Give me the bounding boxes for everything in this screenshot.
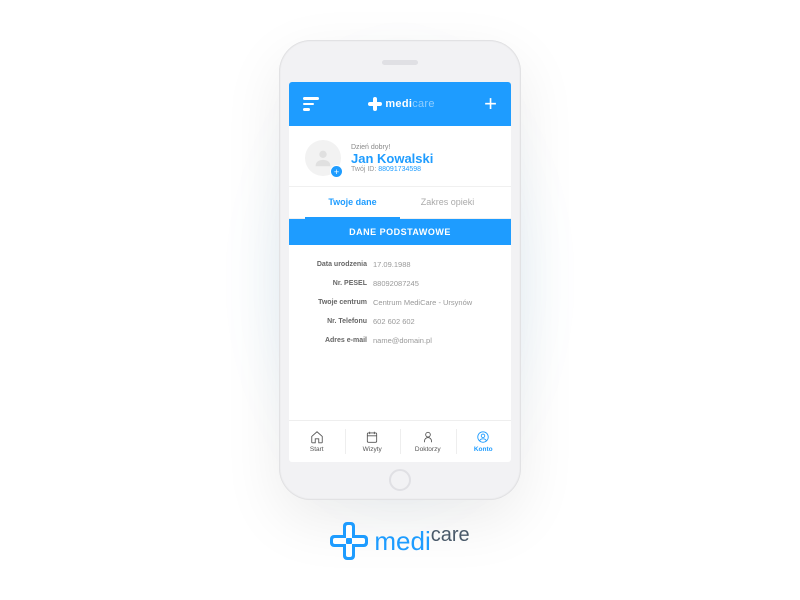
tabs: Twoje dane Zakres opieki [289, 187, 511, 219]
home-button[interactable] [389, 469, 411, 491]
nav-label: Doktorzy [415, 446, 441, 453]
screen: medicare + + Dzień dobry! Jan Kowalski T… [289, 82, 511, 462]
logo-text-care: care [412, 98, 435, 110]
data-row: Twoje centrum Centrum MediCare - Ursynów [305, 293, 495, 312]
row-label: Twoje centrum [305, 299, 373, 306]
nav-konto[interactable]: Konto [456, 421, 512, 462]
row-value: 88092087245 [373, 279, 419, 288]
avatar-add-icon[interactable]: + [330, 165, 343, 178]
account-icon [476, 430, 490, 444]
nav-wizyty[interactable]: Wizyty [345, 421, 401, 462]
menu-icon[interactable] [303, 97, 319, 111]
tab-zakres-opieki[interactable]: Zakres opieki [400, 187, 495, 218]
row-label: Nr. PESEL [305, 280, 373, 287]
row-value: Centrum MediCare - Ursynów [373, 298, 472, 307]
data-row: Data urodzenia 17.09.1988 [305, 255, 495, 274]
logo-text-medi: medi [385, 98, 412, 110]
add-icon[interactable]: + [484, 93, 497, 115]
data-row: Adres e-mail name@domain.pl [305, 331, 495, 350]
id-label: Twój ID: [351, 166, 376, 173]
phone-speaker [382, 60, 418, 65]
nav-start[interactable]: Start [289, 421, 345, 462]
data-row: Nr. Telefonu 602 602 602 [305, 312, 495, 331]
nav-label: Start [310, 446, 324, 453]
greeting-text: Dzień dobry! [351, 144, 433, 151]
nav-label: Wizyty [363, 446, 382, 453]
row-label: Data urodzenia [305, 261, 373, 268]
doctor-icon [421, 430, 435, 444]
brand-logo: medicare [330, 522, 469, 560]
profile-section: + Dzień dobry! Jan Kowalski Twój ID: 880… [289, 126, 511, 187]
app-header: medicare + [289, 82, 511, 126]
tab-twoje-dane[interactable]: Twoje dane [305, 187, 400, 219]
row-value: name@domain.pl [373, 336, 432, 345]
row-value: 602 602 602 [373, 317, 415, 326]
calendar-icon [365, 430, 379, 444]
row-value: 17.09.1988 [373, 260, 411, 269]
section-header: DANE PODSTAWOWE [289, 219, 511, 245]
nav-doktorzy[interactable]: Doktorzy [400, 421, 456, 462]
plus-icon [368, 97, 382, 111]
header-logo: medicare [368, 97, 434, 111]
data-row: Nr. PESEL 88092087245 [305, 274, 495, 293]
brand-plus-icon [330, 522, 368, 560]
nav-label: Konto [474, 446, 493, 453]
row-label: Nr. Telefonu [305, 318, 373, 325]
brand-medi: medi [374, 526, 430, 556]
home-icon [310, 430, 324, 444]
phone-frame: medicare + + Dzień dobry! Jan Kowalski T… [279, 40, 521, 500]
data-rows: Data urodzenia 17.09.1988 Nr. PESEL 8809… [289, 245, 511, 360]
row-label: Adres e-mail [305, 337, 373, 344]
user-name: Jan Kowalski [351, 151, 433, 166]
brand-care: care [431, 524, 470, 546]
bottom-nav: Start Wizyty Doktorzy Konto [289, 420, 511, 462]
id-value: 88091734598 [378, 166, 421, 173]
